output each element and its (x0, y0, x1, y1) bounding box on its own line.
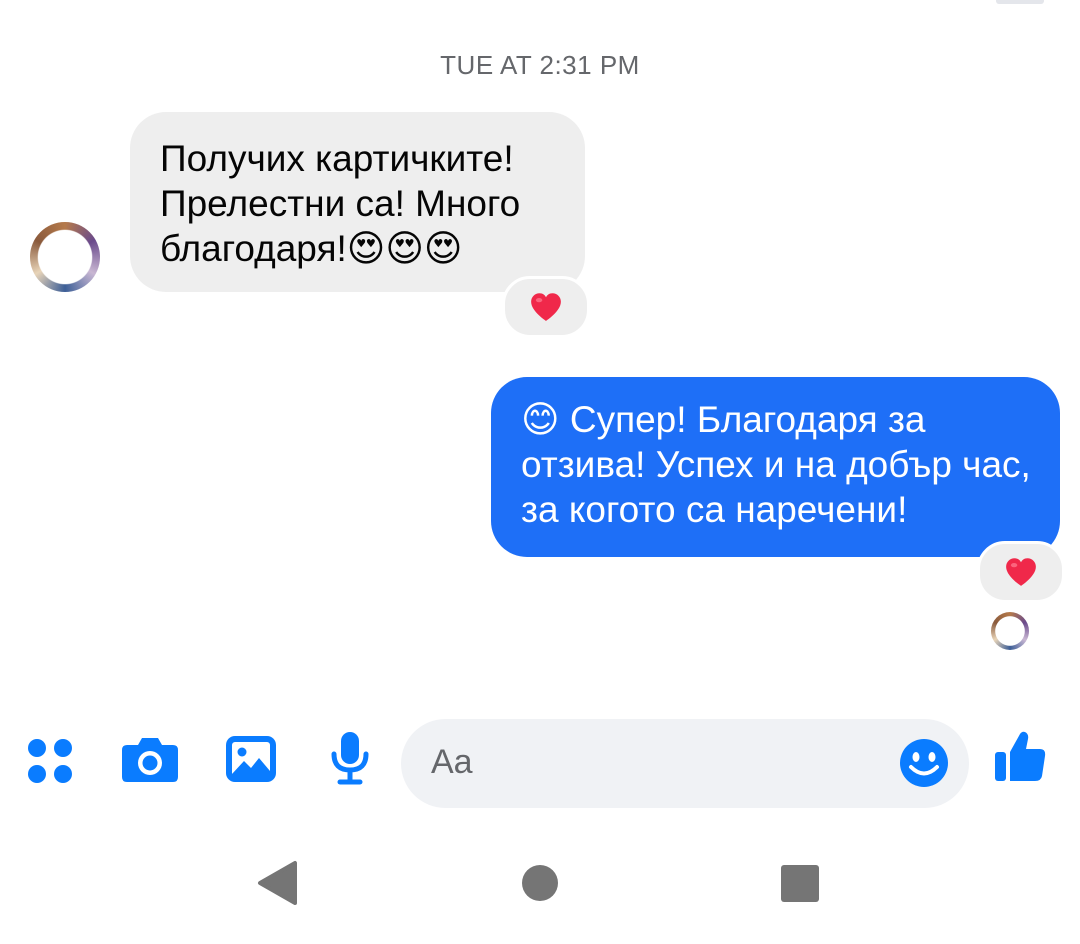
contact-avatar[interactable] (30, 222, 100, 292)
thumbs-up-icon[interactable] (994, 730, 1048, 784)
back-icon[interactable] (258, 861, 297, 905)
message-input-placeholder: Aa (431, 743, 473, 781)
outgoing-message-bubble[interactable]: 😊 Супер! Благодаря за отзива! Успех и на… (491, 377, 1060, 557)
outgoing-message-reaction[interactable] (977, 541, 1065, 603)
system-navigation-bar (258, 861, 819, 905)
message-timestamp: TUE AT 2:31 PM (440, 50, 640, 80)
camera-icon[interactable] (121, 735, 179, 783)
incoming-message-reaction[interactable] (502, 276, 590, 338)
outgoing-message-text: 😊 Супер! Благодаря за отзива! Успех и на… (521, 399, 1031, 530)
seen-receipt-avatar (991, 612, 1029, 650)
incoming-message-bubble[interactable]: Получих картичките! Прелестни са! Много … (130, 112, 585, 292)
home-icon[interactable] (522, 865, 558, 901)
message-input[interactable]: Aa (401, 719, 969, 808)
gallery-icon[interactable] (225, 735, 277, 783)
heart-reaction-icon (531, 293, 561, 321)
apps-icon[interactable] (26, 737, 74, 785)
smiley-icon[interactable] (899, 738, 949, 788)
recents-icon[interactable] (781, 865, 819, 902)
microphone-icon[interactable] (330, 731, 370, 785)
top-sheet-edge (996, 0, 1044, 4)
heart-reaction-icon (1006, 558, 1036, 586)
incoming-message-text: Получих картичките! Прелестни са! Много … (160, 138, 521, 269)
